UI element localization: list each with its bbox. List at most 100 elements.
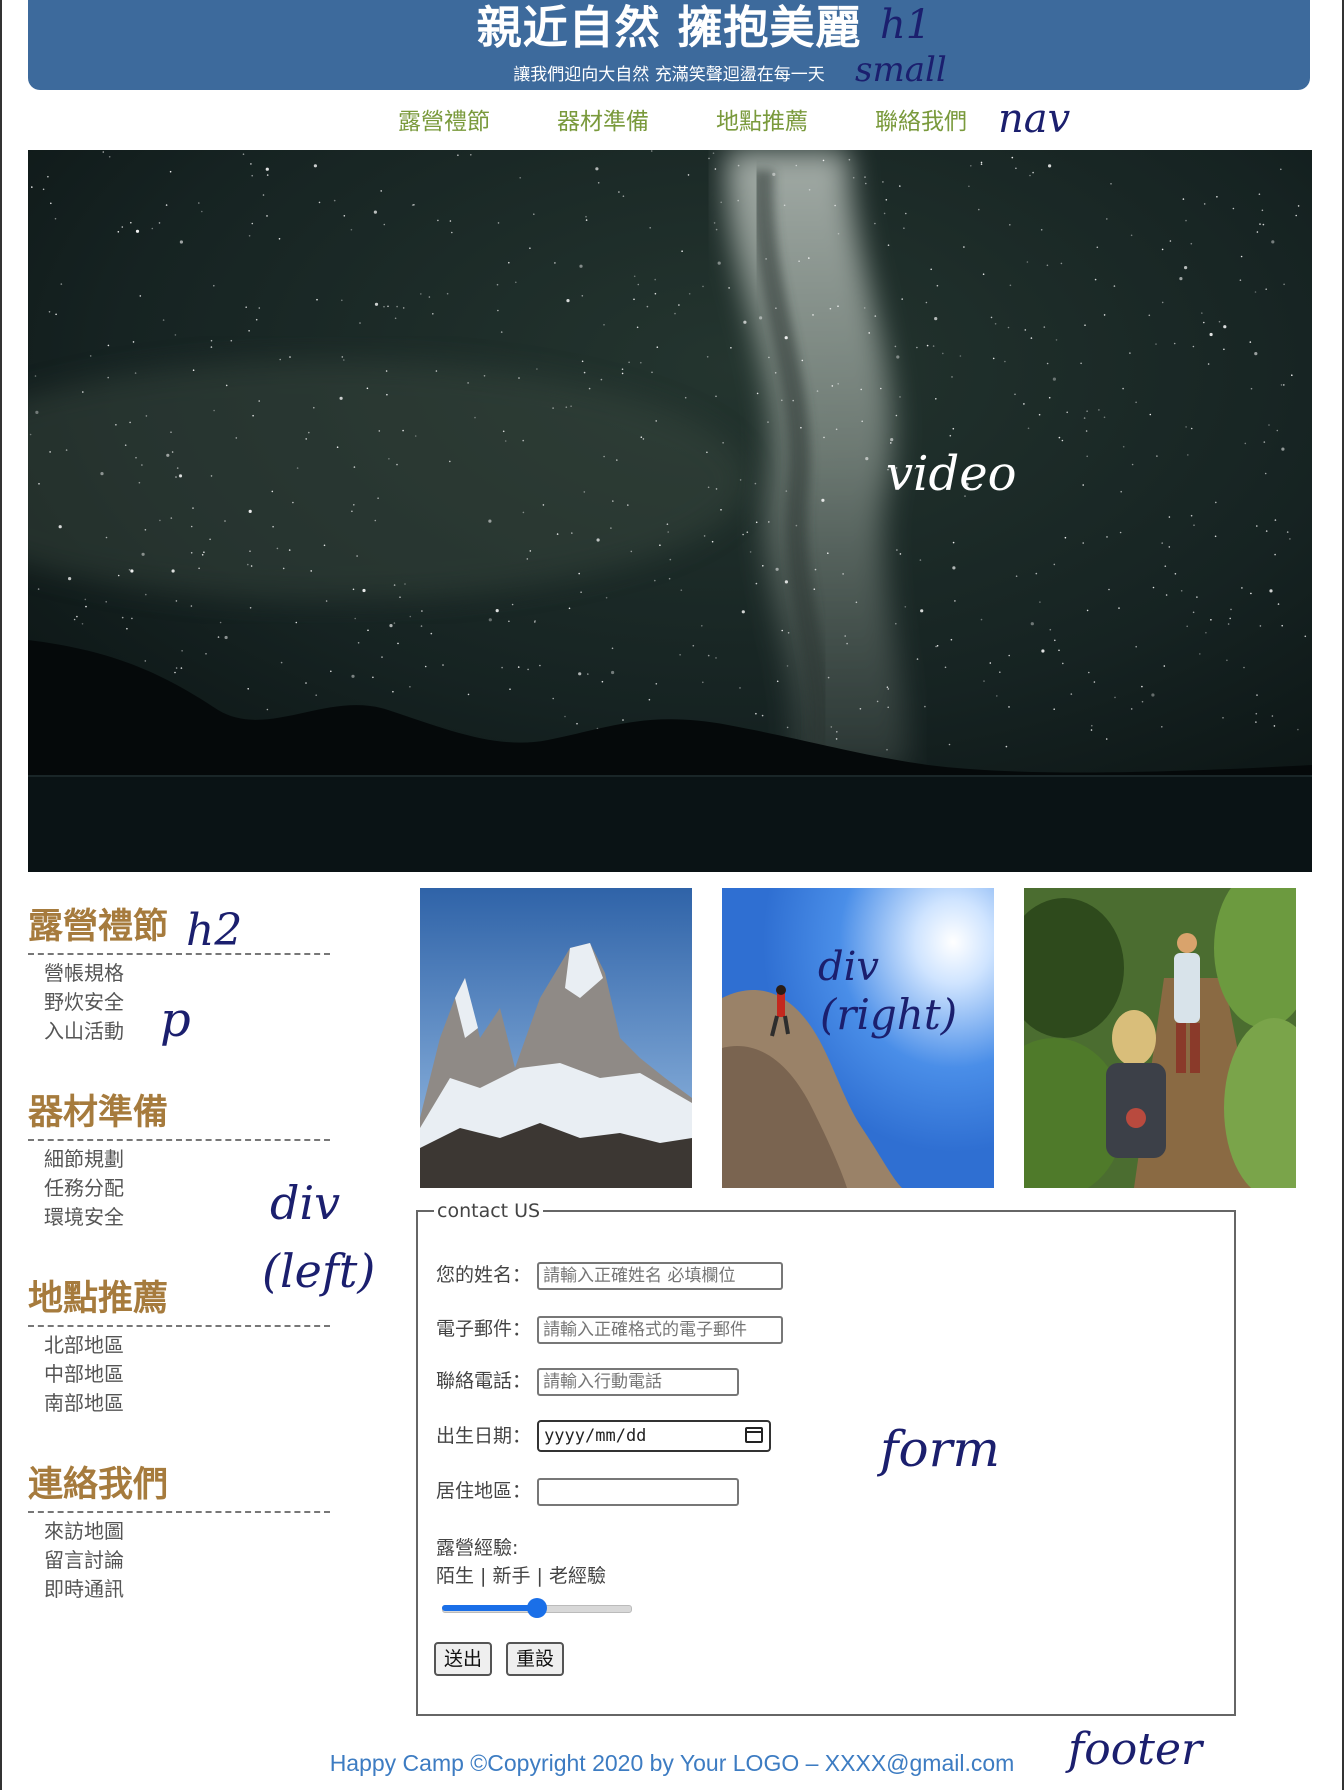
star-dot bbox=[844, 635, 846, 637]
star-dot bbox=[262, 194, 265, 196]
star-dot bbox=[529, 550, 532, 552]
star-dot bbox=[201, 554, 204, 556]
star-dot bbox=[1030, 622, 1034, 626]
star-dot bbox=[396, 463, 398, 466]
reset-button[interactable]: 重設 bbox=[506, 1642, 565, 1676]
star-dot bbox=[654, 579, 656, 582]
star-dot bbox=[1082, 484, 1084, 486]
star-dot bbox=[54, 217, 57, 220]
star-dot bbox=[380, 190, 383, 192]
star-dot bbox=[707, 654, 710, 657]
star-dot bbox=[556, 533, 559, 535]
area-input[interactable] bbox=[537, 1477, 740, 1506]
star-dot bbox=[656, 346, 659, 348]
star-dot bbox=[217, 636, 220, 638]
star-dot bbox=[170, 431, 172, 434]
star-dot bbox=[1230, 608, 1232, 611]
star-dot bbox=[397, 642, 399, 645]
email-input[interactable] bbox=[537, 1315, 784, 1344]
nav-link-locations[interactable]: 地點推薦 bbox=[716, 104, 808, 140]
star-dot bbox=[488, 519, 492, 523]
star-dot bbox=[999, 671, 1001, 673]
star-dot bbox=[1283, 384, 1285, 386]
star-dot bbox=[576, 722, 578, 725]
star-dot bbox=[703, 535, 706, 537]
submit-button[interactable]: 送出 bbox=[434, 1642, 493, 1676]
star-dot bbox=[715, 395, 717, 398]
star-dot bbox=[952, 541, 955, 544]
star-dot bbox=[389, 624, 393, 628]
star-dot bbox=[138, 481, 141, 484]
nav-link-equipment[interactable]: 器材準備 bbox=[557, 104, 649, 140]
hero-video[interactable] bbox=[28, 150, 1312, 872]
annotation-video: video bbox=[886, 446, 1017, 502]
star-dot bbox=[352, 588, 355, 591]
star-dot bbox=[1108, 588, 1110, 591]
nav-link-etiquette[interactable]: 露營禮節 bbox=[398, 104, 490, 140]
star-dot bbox=[600, 378, 603, 381]
star-dot bbox=[949, 434, 952, 437]
star-dot bbox=[515, 281, 517, 284]
star-dot bbox=[131, 617, 133, 620]
star-dot bbox=[387, 305, 389, 308]
star-dot bbox=[712, 152, 715, 154]
star-dot bbox=[990, 316, 993, 319]
star-dot bbox=[1229, 617, 1231, 620]
star-dot bbox=[1088, 671, 1090, 674]
star-dot bbox=[1216, 196, 1218, 198]
star-dot bbox=[743, 320, 747, 324]
star-dot bbox=[776, 680, 779, 683]
phone-input[interactable] bbox=[537, 1367, 740, 1396]
calendar-icon[interactable] bbox=[745, 1427, 764, 1443]
star-dot bbox=[781, 629, 783, 632]
star-dot bbox=[296, 467, 299, 469]
star-dot bbox=[175, 667, 178, 669]
star-dot bbox=[755, 582, 758, 585]
phone-label: 聯絡電話： bbox=[436, 1370, 532, 1392]
star-dot bbox=[362, 588, 366, 593]
star-dot bbox=[829, 307, 832, 310]
star-dot bbox=[837, 305, 839, 307]
star-dot bbox=[775, 567, 779, 571]
star-dot bbox=[837, 383, 839, 385]
star-dot bbox=[1040, 229, 1043, 231]
star-dot bbox=[1049, 628, 1052, 631]
star-dot bbox=[916, 658, 919, 660]
annotation-div-left-1: div bbox=[270, 1176, 341, 1230]
star-dot bbox=[1271, 240, 1275, 244]
star-dot bbox=[896, 549, 898, 551]
experience-slider[interactable] bbox=[442, 1598, 632, 1618]
star-dot bbox=[952, 427, 955, 430]
star-dot bbox=[467, 382, 469, 384]
star-dot bbox=[1256, 231, 1259, 233]
star-dot bbox=[1152, 586, 1155, 589]
star-dot bbox=[713, 222, 716, 224]
slider-thumb[interactable] bbox=[527, 1598, 547, 1618]
star-dot bbox=[31, 186, 33, 188]
star-dot bbox=[759, 316, 763, 320]
star-dot bbox=[210, 339, 213, 342]
star-dot bbox=[366, 387, 369, 390]
star-dot bbox=[1269, 589, 1273, 593]
star-dot bbox=[402, 429, 404, 432]
star-dot bbox=[105, 536, 108, 539]
page-title: 親近自然 擁抱美麗 bbox=[476, 1, 862, 54]
name-input[interactable] bbox=[537, 1261, 784, 1290]
star-dot bbox=[767, 421, 769, 423]
birth-date-input[interactable]: yyyy/mm/dd bbox=[537, 1420, 772, 1452]
section-locations: 地點推薦 北部地區 中部地區 南部地區 bbox=[28, 1277, 330, 1463]
star-dot bbox=[989, 662, 992, 664]
star-dot bbox=[1035, 572, 1038, 575]
nav-link-contact[interactable]: 聯絡我們 bbox=[875, 104, 967, 140]
star-dot bbox=[674, 312, 676, 315]
star-dot bbox=[519, 177, 521, 179]
star-dot bbox=[768, 356, 770, 359]
birth-row: 出生日期： yyyy/mm/dd bbox=[436, 1420, 772, 1452]
star-dot bbox=[1135, 401, 1137, 404]
star-dot bbox=[565, 406, 568, 409]
star-dot bbox=[1064, 536, 1067, 539]
star-dot bbox=[145, 415, 148, 417]
star-dot bbox=[134, 372, 137, 374]
star-dot bbox=[646, 305, 649, 308]
star-dot bbox=[1262, 223, 1265, 226]
